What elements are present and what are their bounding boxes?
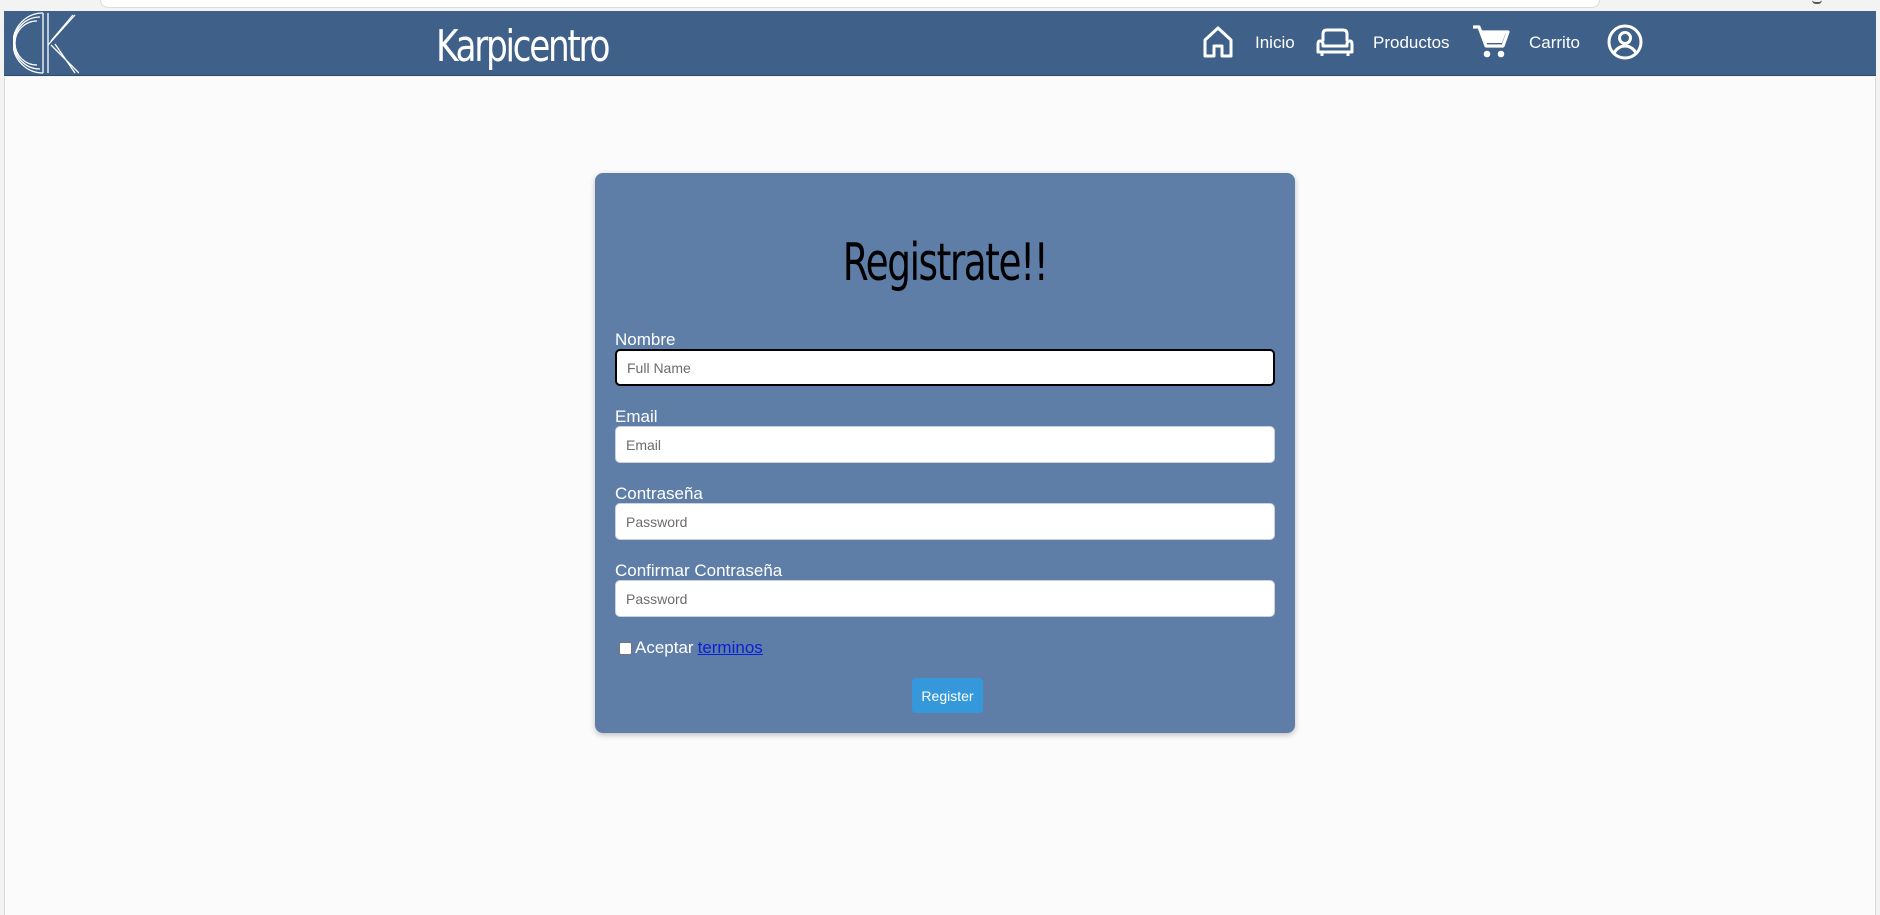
terms-row: Aceptar terminos (619, 638, 763, 658)
browser-corner-mark (1812, 0, 1822, 4)
register-button[interactable]: Register (912, 678, 983, 713)
register-title-text: Registrate!! (842, 233, 1049, 293)
cart-icon[interactable] (1470, 21, 1512, 63)
email-input[interactable] (615, 426, 1275, 463)
confirm-password-label: Confirmar Contraseña (615, 561, 783, 580)
home-icon[interactable] (1197, 21, 1239, 63)
register-card: Registrate!! Nombre Email Contraseña Con… (595, 173, 1295, 733)
user-circle-icon[interactable] (1604, 21, 1646, 63)
browser-tab-edge (100, 0, 1600, 8)
register-title: Registrate!! (595, 231, 1295, 295)
sofa-icon[interactable] (1314, 21, 1356, 63)
nombre-label: Nombre (615, 330, 676, 349)
email-label: Email (615, 407, 658, 426)
nav-carrito-link[interactable]: Carrito (1529, 33, 1580, 53)
nav-productos-link[interactable]: Productos (1373, 33, 1450, 53)
password-label: Contraseña (615, 484, 703, 503)
terms-prefix: Aceptar (635, 638, 694, 657)
nav-inicio-link[interactable]: Inicio (1255, 33, 1295, 53)
full-name-input[interactable] (615, 349, 1275, 386)
page-body: Registrate!! Nombre Email Contraseña Con… (4, 77, 1876, 915)
terms-checkbox[interactable] (619, 641, 632, 655)
confirm-password-input[interactable] (615, 580, 1275, 617)
brand-title: Karpicentro (436, 21, 611, 72)
navbar: Karpicentro Inicio Productos Carrito (4, 11, 1876, 76)
k-logo-icon[interactable] (13, 11, 79, 75)
terms-link[interactable]: terminos (698, 638, 763, 658)
password-input[interactable] (615, 503, 1275, 540)
